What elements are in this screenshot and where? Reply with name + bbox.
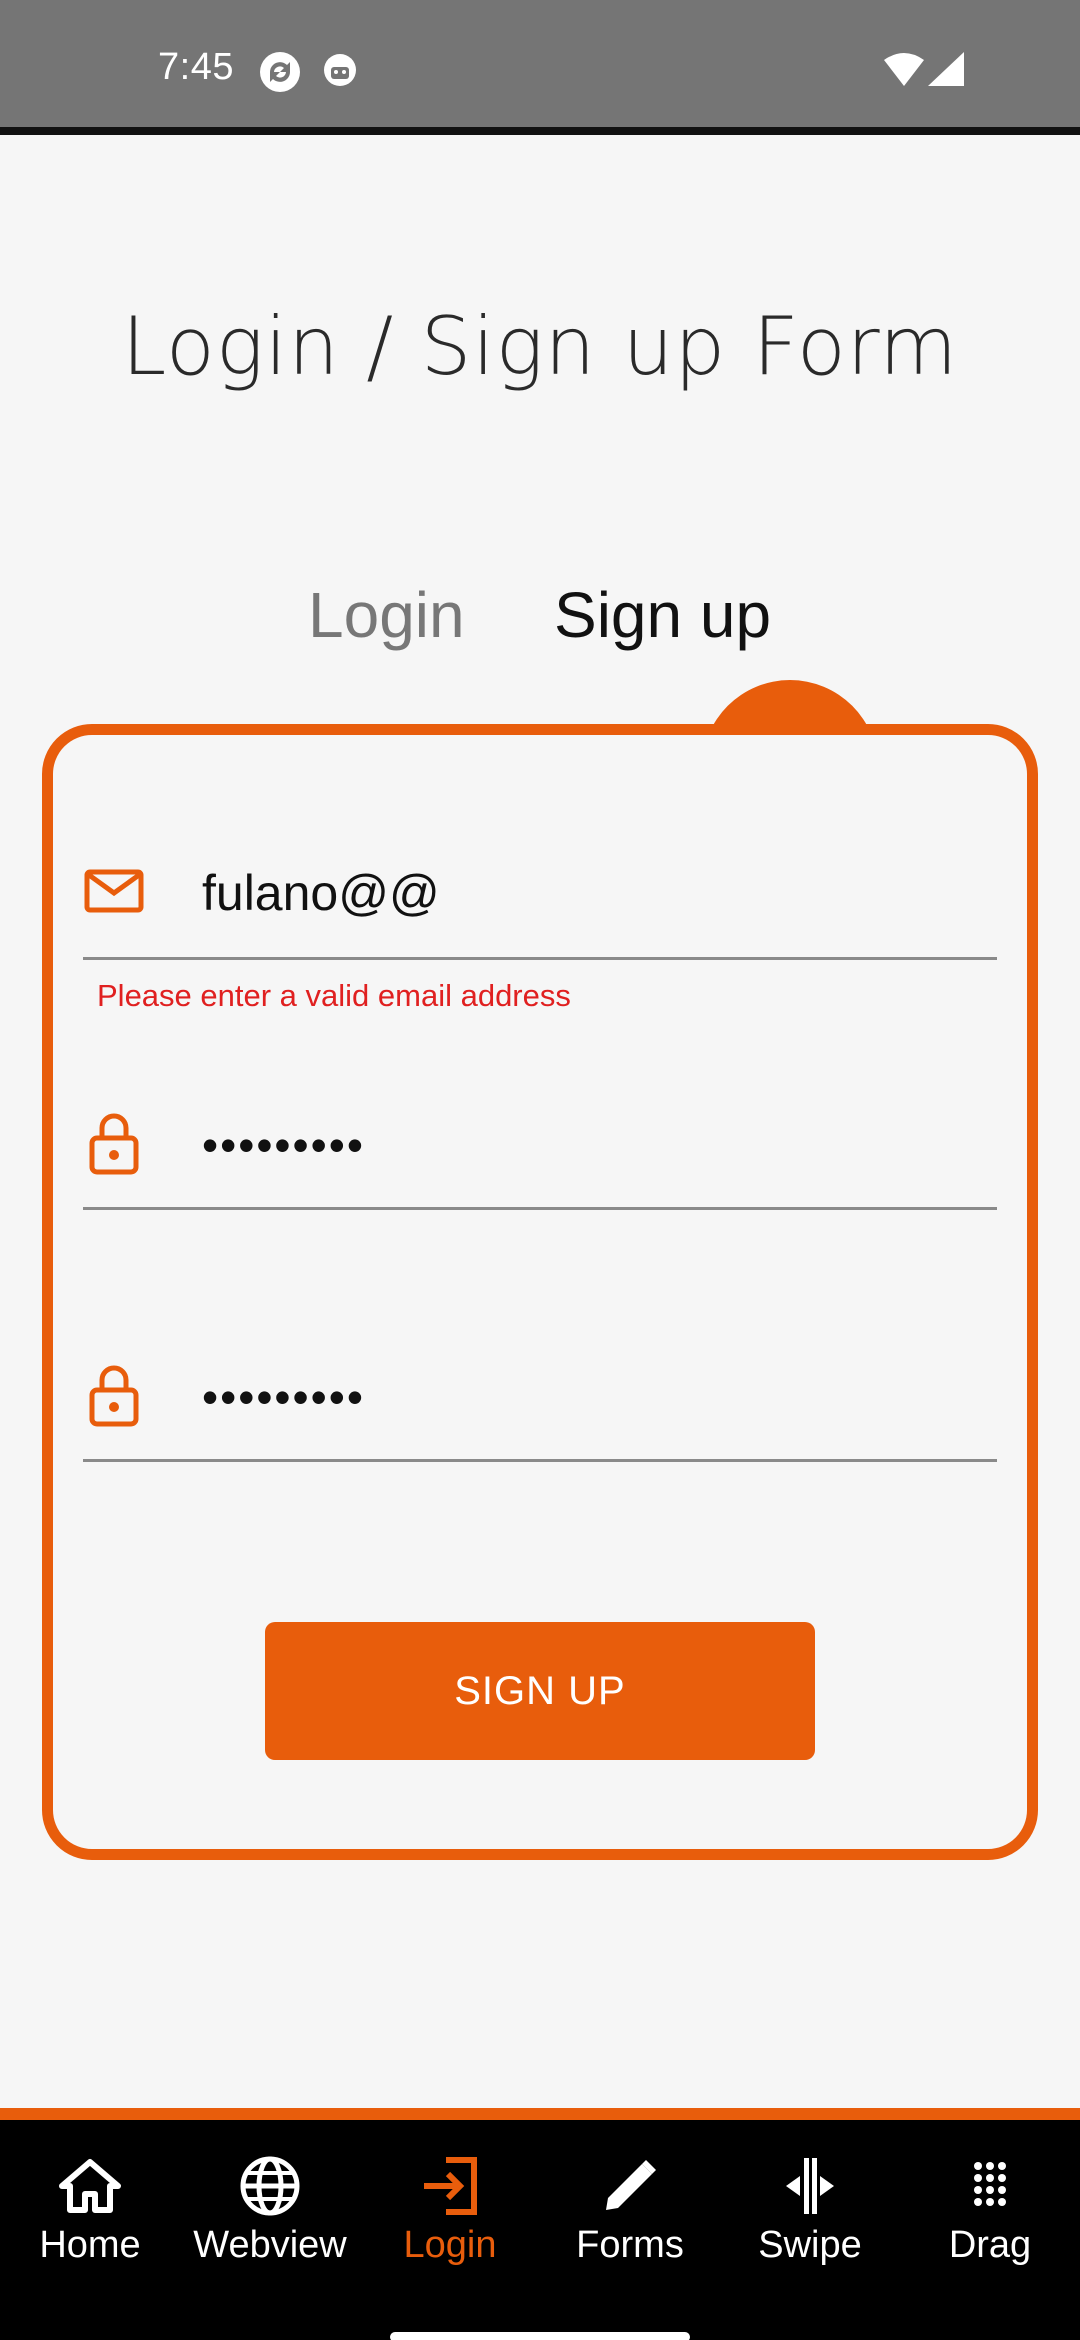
home-icon <box>59 2159 121 2213</box>
signal-icon <box>928 52 964 91</box>
nav-item-drag[interactable]: Drag <box>900 2154 1080 2274</box>
nav-item-swipe[interactable]: Swipe <box>720 2154 900 2274</box>
mail-icon <box>83 860 149 926</box>
email-error-text: Please enter a valid email address <box>97 978 571 1013</box>
email-field[interactable]: fulano@@ <box>83 840 997 960</box>
login-icon <box>424 2157 477 2215</box>
nav-item-webview[interactable]: Webview <box>180 2154 360 2274</box>
nav-label-drag: Drag <box>948 2224 1032 2266</box>
nav-label-forms: Forms <box>576 2224 684 2266</box>
tab-login[interactable]: Login <box>308 578 465 652</box>
pencil-icon <box>606 2160 656 2210</box>
nav-label-login: Login <box>403 2224 497 2266</box>
nav-item-login[interactable]: Login <box>360 2154 540 2274</box>
page-title: Login / Sign up Form <box>0 300 1080 393</box>
confirm-password-value: ••••••••• <box>202 1371 365 1423</box>
status-bar: 7:45 <box>0 0 1080 135</box>
screen: 7:45 Login / Sign up Form Login Sign up … <box>0 0 1080 2340</box>
password-underline <box>83 1207 997 1210</box>
swipe-icon <box>786 2158 834 2214</box>
email-value: fulano@@ <box>202 865 440 921</box>
wifi-icon <box>884 52 924 91</box>
nav-item-home[interactable]: Home <box>0 2154 180 2274</box>
lock-icon <box>83 1362 149 1428</box>
globe-icon <box>240 2156 300 2216</box>
home-gesture-bar[interactable] <box>390 2332 690 2340</box>
android-debug-icon <box>322 50 358 95</box>
sign-up-button[interactable]: SIGN UP <box>265 1622 815 1760</box>
password-field[interactable]: ••••••••• <box>83 1090 997 1210</box>
sync-icon <box>258 50 302 99</box>
confirm-password-underline <box>83 1459 997 1462</box>
drag-grid-icon <box>974 2162 1006 2206</box>
lock-icon <box>83 1110 149 1176</box>
bottom-navigation: Home Webview Login Forms Swipe Drag <box>0 2108 1080 2340</box>
confirm-password-field[interactable]: ••••••••• <box>83 1342 997 1462</box>
nav-label-swipe: Swipe <box>758 2224 862 2266</box>
nav-item-forms[interactable]: Forms <box>540 2154 720 2274</box>
nav-label-home: Home <box>39 2224 141 2266</box>
status-time: 7:45 <box>158 46 234 88</box>
tab-signup[interactable]: Sign up <box>554 578 771 652</box>
nav-label-webview: Webview <box>193 2224 347 2266</box>
email-underline <box>83 957 997 960</box>
page-title-text: Login / Sign up Form <box>121 300 959 393</box>
password-value: ••••••••• <box>202 1119 365 1171</box>
